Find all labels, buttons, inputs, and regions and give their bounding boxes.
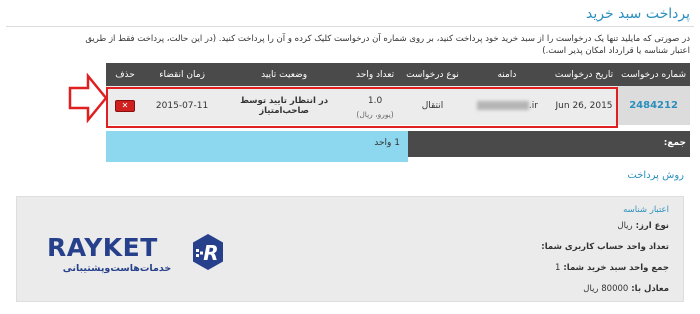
payment-box: اعتبار شناسه نوع ارز: ریال تعداد واحد حس… <box>16 196 684 302</box>
title-divider <box>6 26 694 27</box>
col-unit-count: تعداد واحد <box>348 63 403 86</box>
request-number-cell: 2484212 <box>617 86 690 125</box>
table-row: 2484212 Jun 26, 2015 .ir انتقال 1.0 (یور… <box>106 86 690 125</box>
cart-units-value: 1 <box>555 263 561 273</box>
currency-line: نوع ارز: ریال <box>541 221 669 231</box>
table-header-row: شماره درخواست تاریخ درخواست دامنه نوع در… <box>106 63 690 86</box>
rayket-logo: RAYKET خدمات‌هاست‌وپشتیبانی R <box>47 233 227 279</box>
request-number-link[interactable]: 2484212 <box>629 100 678 111</box>
total-label: جمع: <box>663 138 686 148</box>
request-type-cell: انتقال <box>402 86 463 125</box>
intro-text: در صورتی که مایلید تنها یک درخواست را از… <box>85 34 690 56</box>
col-request-number: شماره درخواست <box>617 63 690 86</box>
total-accent-strip <box>106 157 408 162</box>
total-bar: جمع: 1 واحد <box>106 131 690 157</box>
logo-tagline: خدمات‌هاست‌وپشتیبانی <box>62 263 172 274</box>
equivalent-label: معادل با: <box>631 284 669 294</box>
col-domain: دامنه <box>462 63 551 86</box>
domain-cell: .ir <box>462 86 551 125</box>
domain-name-redacted <box>476 100 529 110</box>
logo-wordmark: RAYKET <box>47 233 158 262</box>
domain-suffix: .ir <box>528 100 538 111</box>
col-request-date: تاریخ درخواست <box>550 63 618 86</box>
cart-units-line: جمع واحد سبد خرید شما: 1 <box>541 263 669 273</box>
col-approval-status: وضعیت تایید <box>220 63 349 86</box>
payment-method-title[interactable]: اعتبار شناسه <box>541 205 669 215</box>
expiry-date-cell: 2015-07-11 <box>144 86 221 125</box>
logo-mark-letter: R <box>203 241 218 265</box>
approval-status-cell: در انتظار تایید توسط صاحب‌امتیاز <box>220 86 349 125</box>
user-units-line: تعداد واحد حساب کاربری شما: <box>541 242 669 252</box>
payment-method-heading: روش پرداخت <box>627 170 684 181</box>
unit-count-value: 1.0 <box>367 96 383 106</box>
payment-details: اعتبار شناسه نوع ارز: ریال تعداد واحد حس… <box>541 205 669 305</box>
page-title: پرداخت سبد خرید <box>586 6 690 22</box>
unit-type-note: (یورو، ریال) <box>356 110 394 119</box>
unit-count-cell: 1.0 (یورو، ریال) <box>348 86 403 125</box>
user-units-label: تعداد واحد حساب کاربری شما: <box>541 242 669 252</box>
delete-button[interactable]: ✕ <box>115 99 136 112</box>
arrow-right-icon <box>68 72 108 124</box>
equivalent-line: معادل با: 80000 ریال <box>541 284 669 294</box>
total-value-area: 1 واحد <box>106 131 408 157</box>
cart-table: شماره درخواست تاریخ درخواست دامنه نوع در… <box>106 63 690 125</box>
close-icon: ✕ <box>121 100 129 110</box>
logo-mark-icon: R <box>193 234 223 270</box>
cart-units-label: جمع واحد سبد خرید شما: <box>563 263 669 273</box>
equivalent-value: 80000 ریال <box>583 284 629 294</box>
delete-cell: ✕ <box>106 86 145 125</box>
col-delete: حذف <box>106 63 145 86</box>
currency-label: نوع ارز: <box>635 221 669 231</box>
total-value: 1 واحد <box>374 138 400 148</box>
col-request-type: نوع درخواست <box>402 63 463 86</box>
request-date-cell: Jun 26, 2015 <box>550 86 618 125</box>
total-label-area: جمع: <box>408 131 690 157</box>
currency-value: ریال <box>617 221 633 231</box>
col-expiry-date: زمان انقضاء <box>144 63 221 86</box>
